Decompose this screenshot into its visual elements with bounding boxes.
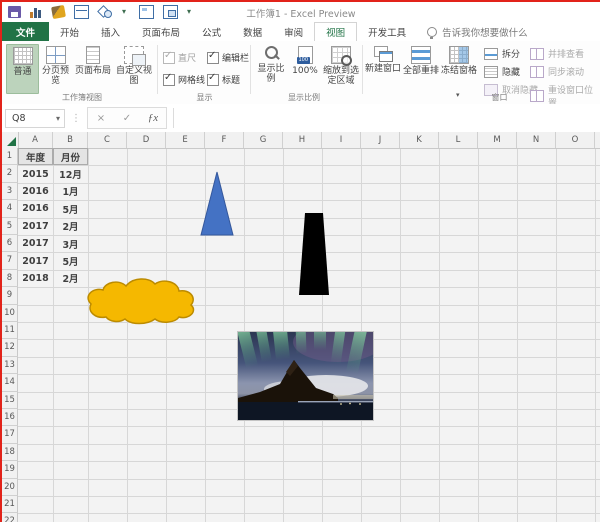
custom-views-icon — [124, 46, 144, 64]
tab-file[interactable]: 文件 — [2, 22, 49, 41]
freeze-panes-button[interactable]: 冻结窗格 — [441, 44, 477, 92]
zoom-to-selection-button[interactable]: 缩放到选定区域 — [322, 44, 360, 92]
ribbon-tabs: 开始插入页面布局公式数据审阅视图开发工具 — [49, 22, 417, 41]
freeze-panes-icon — [449, 46, 469, 64]
synchronous-scrolling-button: 同步滚动 — [530, 65, 584, 78]
confirm-entry-icon[interactable]: ✓ — [114, 113, 140, 124]
sync-scroll-icon — [530, 66, 544, 78]
checkbox-icon: ✓ — [207, 52, 219, 64]
window-group-label: 窗口 — [472, 92, 527, 103]
split-button[interactable]: 拆分 — [484, 47, 520, 60]
new-window-icon — [374, 46, 392, 62]
formula-input[interactable] — [173, 108, 600, 128]
checkbox-icon: ✓ — [163, 74, 175, 86]
excel-window: ▾ ▾ 工作簿1 - Excel Preview 文件 开始插入页面布局公式数据… — [0, 0, 600, 522]
arrange-all-button[interactable]: 全部重排 — [403, 44, 439, 92]
cloud-shape[interactable] — [88, 279, 193, 324]
tab-view[interactable]: 视图 — [314, 22, 357, 41]
tab-developer[interactable]: 开发工具 — [357, 22, 417, 41]
ribbon-tab-bar: 文件 开始插入页面布局公式数据审阅视图开发工具 告诉我你想要做什么 — [2, 22, 600, 41]
formula-buttons: × ✓ ƒx — [87, 107, 167, 129]
tab-home[interactable]: 开始 — [49, 22, 90, 41]
shapes-layer — [2, 132, 600, 522]
arrange-all-icon — [411, 46, 431, 64]
title-bar: ▾ ▾ 工作簿1 - Excel Preview — [2, 2, 600, 22]
formula-bar-checkbox[interactable]: ✓ 编辑栏 — [207, 51, 249, 64]
formula-bar-grip: ⋮ — [71, 113, 81, 124]
aurora-picture-art — [238, 332, 373, 420]
new-window-button[interactable]: 新建窗口 — [365, 44, 401, 92]
ruler-checkbox: ✓ 直尺 — [163, 51, 196, 64]
page-break-preview-button[interactable]: 分页预览 — [40, 44, 71, 92]
lightbulb-icon — [427, 27, 437, 37]
gridlines-checkbox[interactable]: ✓ 网格线 — [163, 73, 205, 86]
group-separator — [157, 45, 158, 94]
checkbox-icon: ✓ — [163, 52, 175, 64]
page-break-preview-icon — [46, 46, 66, 64]
group-separator — [250, 45, 251, 94]
window-title: 工作簿1 - Excel Preview — [2, 6, 600, 20]
show-group-label: 显示 — [162, 92, 247, 103]
tab-formulas[interactable]: 公式 — [191, 22, 232, 41]
ribbon: 普通 分页预览 页面布局 自定义视图 工作簿视图 ✓ 直尺 ✓ 编辑栏 ✓ 网格… — [2, 41, 600, 105]
workbook-views-group-label: 工作簿视图 — [32, 92, 132, 103]
name-box-dropdown-icon[interactable]: ▾ — [56, 114, 60, 123]
triangle-shape[interactable] — [201, 172, 233, 235]
page-layout-view-icon — [86, 46, 100, 64]
zoom-to-selection-icon — [331, 46, 351, 64]
insert-function-icon[interactable]: ƒx — [140, 112, 166, 124]
sheet-grid[interactable]: ABCDEFGHIJKLMNO 123456789101112131415161… — [2, 132, 600, 522]
side-by-side-icon — [530, 48, 544, 60]
checkbox-icon: ✓ — [207, 74, 219, 86]
zoom-100-button[interactable]: 100 100% — [290, 44, 320, 92]
tab-insert[interactable]: 插入 — [90, 22, 131, 41]
hide-icon — [484, 66, 498, 78]
tab-page-layout[interactable]: 页面布局 — [131, 22, 191, 41]
normal-view-button[interactable]: 普通 — [6, 44, 39, 94]
embedded-picture-aurora[interactable] — [237, 331, 374, 421]
reset-position-icon — [530, 90, 544, 102]
zoom-icon — [263, 46, 279, 62]
cancel-entry-icon[interactable]: × — [88, 113, 114, 124]
page-layout-view-button[interactable]: 页面布局 — [73, 44, 113, 92]
zoom-group-label: 显示比例 — [264, 92, 344, 103]
view-side-by-side-button: 并排查看 — [530, 47, 584, 60]
tell-me-label: 告诉我你想要做什么 — [442, 25, 528, 39]
tab-data[interactable]: 数据 — [232, 22, 273, 41]
freeze-panes-dropdown-icon[interactable]: ▾ — [456, 91, 460, 99]
name-box[interactable]: Q8 ▾ — [5, 109, 65, 128]
normal-view-icon — [13, 47, 33, 65]
split-icon — [484, 48, 498, 60]
trapezoid-shape[interactable] — [299, 213, 329, 295]
formula-bar-row: Q8 ▾ ⋮ × ✓ ƒx — [2, 104, 600, 133]
headings-checkbox[interactable]: ✓ 标题 — [207, 73, 240, 86]
tab-review[interactable]: 审阅 — [273, 22, 314, 41]
zoom-button[interactable]: 显示比例 — [254, 44, 288, 92]
zoom-100-icon: 100 — [298, 46, 313, 64]
custom-views-button[interactable]: 自定义视图 — [114, 44, 154, 92]
group-separator — [362, 45, 363, 94]
tell-me-box[interactable]: 告诉我你想要做什么 — [417, 22, 528, 41]
hide-button[interactable]: 隐藏 — [484, 65, 520, 78]
